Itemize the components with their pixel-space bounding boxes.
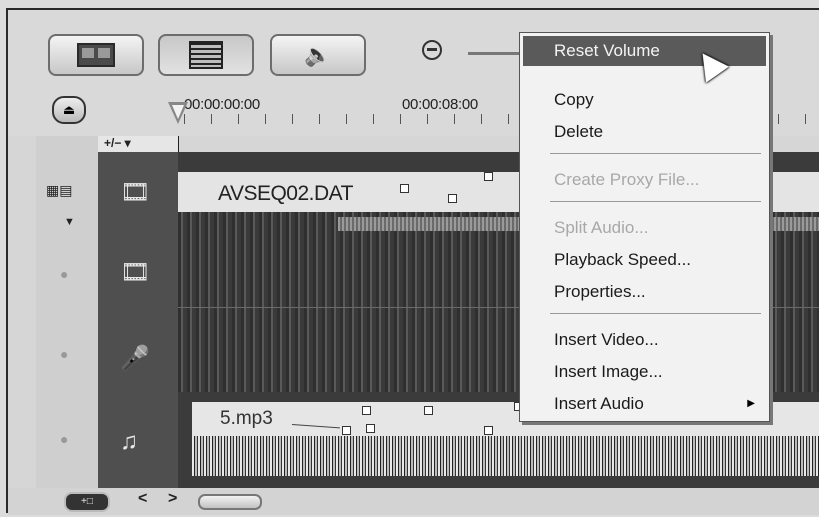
storyboard-view-icon: [77, 43, 115, 67]
add-track-button[interactable]: +□: [64, 492, 110, 512]
volume-keyframe[interactable]: [366, 424, 375, 433]
menu-item-split-audio: Split Audio...: [554, 218, 649, 237]
track-lock-icon[interactable]: ●: [60, 346, 68, 362]
volume-keyframe[interactable]: [362, 406, 371, 415]
storyboard-view-button[interactable]: [48, 34, 144, 76]
zoom-out-icon[interactable]: [422, 40, 442, 60]
eject-button[interactable]: ⏏: [52, 96, 86, 124]
volume-keyframe[interactable]: [448, 194, 457, 203]
menu-separator: [550, 201, 761, 202]
track-side-strip: ▦▤ ▼ ● ● ●: [36, 136, 98, 488]
menu-item-insert-video[interactable]: Insert Video...: [520, 325, 769, 355]
volume-keyframe[interactable]: [484, 426, 493, 435]
track-manager-icon[interactable]: ▦▤: [46, 182, 72, 199]
timeline-view-button[interactable]: [158, 34, 254, 76]
audio-view-button[interactable]: 🔈: [270, 34, 366, 76]
playhead[interactable]: [168, 102, 188, 124]
menu-item-insert-image[interactable]: Insert Image...: [520, 357, 769, 387]
volume-keyframe[interactable]: [400, 184, 409, 193]
menu-item-reset-volume[interactable]: Reset Volume: [523, 36, 766, 66]
bottom-bar: +□ < >: [8, 488, 819, 515]
menu-item-delete[interactable]: Delete: [520, 117, 769, 147]
overlay-track-icon: 🎞: [120, 259, 151, 286]
menu-item-playback-speed[interactable]: Playback Speed...: [520, 245, 769, 275]
volume-keyframe[interactable]: [484, 172, 493, 181]
menu-item-create-proxy-file: Create Proxy File...: [554, 170, 700, 189]
menu-separator: [550, 313, 761, 314]
menu-item-properties[interactable]: Properties...: [520, 277, 769, 307]
expand-arrow-icon[interactable]: ▼: [64, 216, 75, 228]
video-track-icon: 🎞: [120, 179, 151, 206]
menu-separator: [550, 153, 761, 154]
audio-waveform: [192, 436, 819, 476]
music-track-icon: ♫: [120, 428, 138, 455]
voice-track-icon: 🎤: [120, 345, 150, 372]
context-menu: Reset Volume Copy Delete Create Proxy Fi…: [519, 32, 770, 422]
menu-item-copy[interactable]: Copy: [520, 85, 769, 115]
volume-line: [291, 424, 340, 429]
menu-item-insert-audio[interactable]: Insert Audio: [520, 389, 769, 419]
timecode-start: 00:00:00:00: [184, 96, 260, 113]
timeline-view-icon: [189, 41, 223, 69]
scroll-right-button[interactable]: >: [168, 490, 177, 508]
track-lock-icon[interactable]: ●: [60, 431, 68, 447]
audio-clip-name: 5.mp3: [220, 408, 273, 429]
eject-icon: ⏏: [62, 102, 76, 117]
video-clip-name: AVSEQ02.DAT: [218, 182, 353, 205]
add-remove-tracks-button[interactable]: +/− ▾: [98, 136, 178, 152]
volume-keyframe[interactable]: [342, 426, 351, 435]
track-lock-icon[interactable]: ●: [60, 266, 68, 282]
horizontal-scrollbar[interactable]: [198, 494, 262, 510]
timecode-8s: 00:00:08:00: [402, 96, 478, 113]
scroll-left-button[interactable]: <: [138, 490, 147, 508]
volume-keyframe[interactable]: [424, 406, 433, 415]
menu-item-insert-audio-row[interactable]: Insert Audio ▶: [520, 389, 769, 419]
submenu-arrow-icon: ▶: [747, 398, 755, 409]
audio-view-icon: 🔈: [304, 42, 332, 67]
